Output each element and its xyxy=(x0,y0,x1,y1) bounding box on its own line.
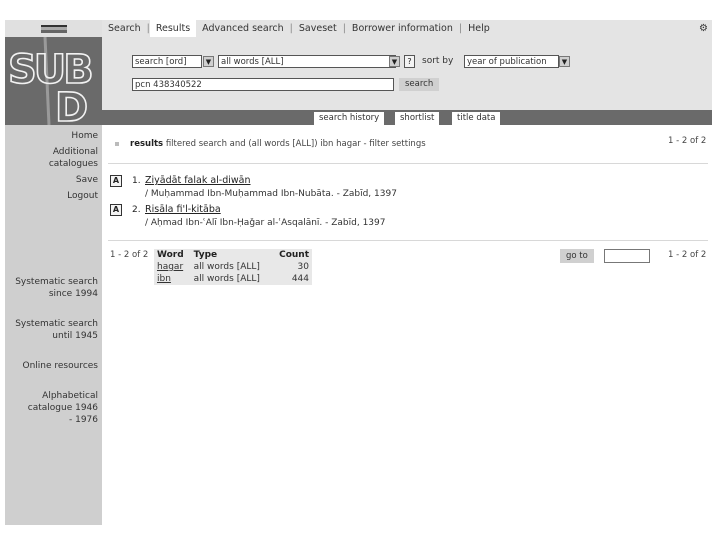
sidebar-item-logout[interactable]: Logout xyxy=(5,190,98,202)
chevron-down-icon[interactable]: ▼ xyxy=(203,56,214,67)
search-field-value: search [ord] xyxy=(135,57,187,67)
results-label: results xyxy=(130,139,164,149)
tab-help[interactable]: Help xyxy=(462,20,496,37)
top-nav: Search | Results Advanced search | Saves… xyxy=(102,20,712,37)
language-switch[interactable] xyxy=(5,20,102,37)
word-link[interactable]: ibn xyxy=(157,274,171,284)
subtab-bar: search history shortlist title data xyxy=(102,110,712,125)
sidebar-item-systematic-since-1994[interactable]: Systematic search since 1994 xyxy=(8,276,98,300)
page-frame: SUB D Home Additional catalogues Save Lo… xyxy=(5,20,712,525)
tab-borrower-information[interactable]: Borrower information xyxy=(346,20,459,37)
bullet-icon xyxy=(115,142,119,146)
search-button[interactable]: search xyxy=(399,78,440,91)
entry-title[interactable]: Ziyādāt falak al-diwān xyxy=(145,175,251,186)
sidebar-item-additional-catalogues[interactable]: Additional catalogues xyxy=(28,146,98,170)
word-count-table: Word Type Count hagar all words [ALL] 30… xyxy=(154,249,312,285)
sidebar-nav: Home Additional catalogues Save Logout xyxy=(5,130,98,206)
word-count: 30 xyxy=(297,262,309,272)
svg-text:D: D xyxy=(55,85,88,125)
scope-select[interactable]: all words [ALL] xyxy=(218,55,396,68)
fulltext-icon[interactable]: A xyxy=(110,175,122,187)
sidebar-item-systematic-until-1945[interactable]: Systematic search until 1945 xyxy=(8,318,98,342)
pager-left: 1 - 2 of 2 xyxy=(110,250,149,260)
tab-search-history[interactable]: search history xyxy=(314,112,385,125)
word-type: all words [ALL] xyxy=(193,274,260,284)
tab-results[interactable]: Results xyxy=(149,20,197,37)
tab-search[interactable]: Search xyxy=(102,20,147,37)
word-type: all words [ALL] xyxy=(193,262,260,272)
column-header: Type xyxy=(193,250,218,260)
search-field-select[interactable]: search [ord] xyxy=(132,55,202,68)
tab-saveset[interactable]: Saveset xyxy=(293,20,343,37)
sub-logo[interactable]: SUB D xyxy=(5,36,102,132)
word-count: 444 xyxy=(291,274,309,284)
entry-number: 1. xyxy=(132,176,141,186)
results-description[interactable]: filtered search and (all words [ALL]) ib… xyxy=(166,139,426,149)
divider xyxy=(108,240,708,241)
pager-top: 1 - 2 of 2 xyxy=(668,136,707,146)
gear-icon[interactable]: ⚙ xyxy=(699,23,708,34)
entry-title[interactable]: Risāla fi'l-kitāba xyxy=(145,204,221,215)
goto-button[interactable]: go to xyxy=(560,249,594,263)
logo-graphic: SUB D xyxy=(7,36,95,132)
sort-label: sort by xyxy=(422,56,454,66)
tab-advanced-search[interactable]: Advanced search xyxy=(196,20,290,37)
scope-value: all words [ALL] xyxy=(221,57,284,67)
flag-icon[interactable] xyxy=(40,24,67,33)
chevron-down-icon[interactable]: ▼ xyxy=(559,56,570,67)
table-row: hagar all words [ALL] 30 xyxy=(154,261,312,273)
entry-author: / Aḥmad Ibn-ʿAlī Ibn-Ḥaǧar al-ʿAsqalānī.… xyxy=(145,218,386,228)
search-panel: search [ord] ▼ all words [ALL] ▼ ? sort … xyxy=(102,37,712,110)
sort-select[interactable]: year of publication xyxy=(464,55,559,68)
sidebar-item-save[interactable]: Save xyxy=(5,174,98,186)
table-row: ibn all words [ALL] 444 xyxy=(154,273,312,285)
tab-shortlist[interactable]: shortlist xyxy=(395,112,440,125)
results-area: results filtered search and (all words [… xyxy=(102,125,712,525)
column-header: Count xyxy=(279,250,309,260)
chevron-down-icon[interactable]: ▼ xyxy=(389,56,400,67)
search-input[interactable]: pcn 438340522 xyxy=(132,78,394,91)
sidebar-item-online-resources[interactable]: Online resources xyxy=(5,360,98,372)
search-input-value: pcn 438340522 xyxy=(135,80,202,90)
sidebar-item-home[interactable]: Home xyxy=(5,130,98,142)
catalogue-nav: Systematic search since 1994 Systematic … xyxy=(5,276,98,430)
sidebar-item-alphabetical-catalogue[interactable]: Alphabetical catalogue 1946 - 1976 xyxy=(23,390,98,426)
tab-title-data[interactable]: title data xyxy=(452,112,501,125)
divider xyxy=(108,163,708,164)
goto-input[interactable] xyxy=(604,249,650,263)
column-header: Word xyxy=(157,250,184,260)
sort-value: year of publication xyxy=(467,57,547,67)
fulltext-icon[interactable]: A xyxy=(110,204,122,216)
entry-number: 2. xyxy=(132,205,141,215)
entry-author: / Muḥammad Ibn-Muḥammad Ibn-Nubāta. - Za… xyxy=(145,189,397,199)
pager-bottom: 1 - 2 of 2 xyxy=(668,250,707,260)
help-button[interactable]: ? xyxy=(404,55,415,68)
left-column: SUB D Home Additional catalogues Save Lo… xyxy=(5,20,102,525)
word-link[interactable]: hagar xyxy=(157,262,183,272)
results-summary: results filtered search and (all words [… xyxy=(130,139,426,149)
